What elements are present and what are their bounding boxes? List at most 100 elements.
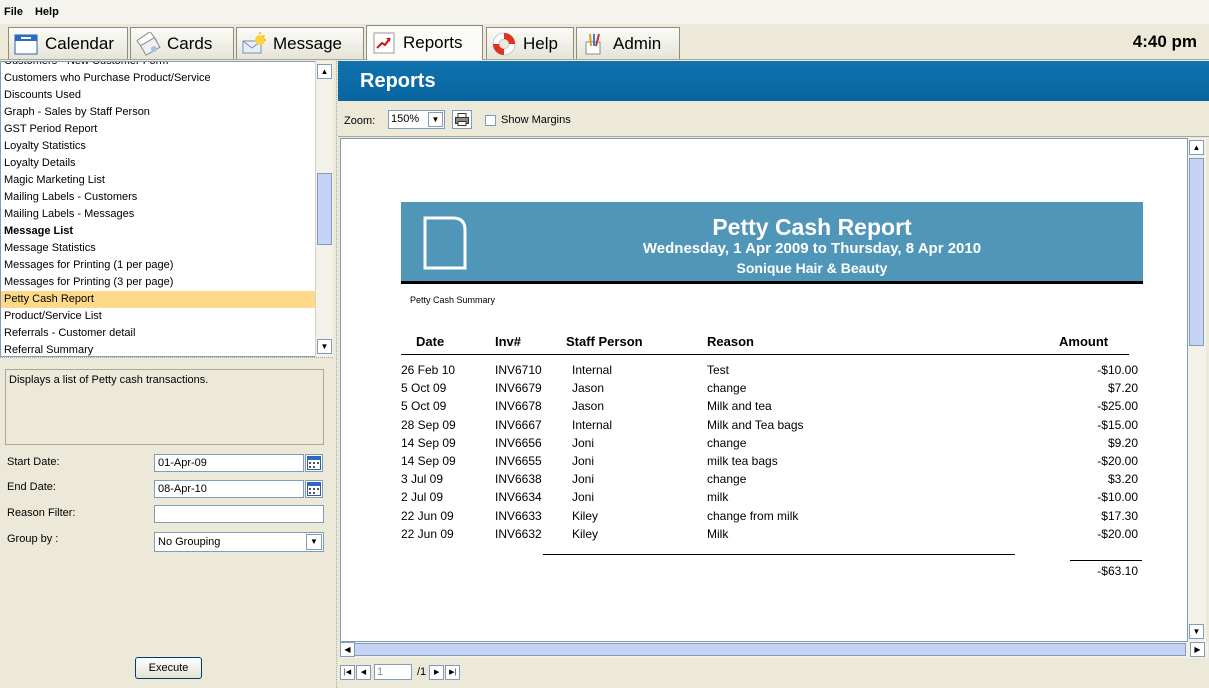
report-list-item[interactable]: Loyalty Statistics xyxy=(1,138,332,155)
scroll-thumb[interactable] xyxy=(1189,158,1204,346)
table-cell: INV6678 xyxy=(495,399,542,414)
chevron-down-icon[interactable]: ▼ xyxy=(428,112,443,127)
last-page-icon[interactable]: ▶| xyxy=(445,664,461,680)
table-cell: 14 Sep 09 xyxy=(401,454,456,468)
scroll-down-icon[interactable]: ▼ xyxy=(1189,624,1204,639)
table-cell: 26 Feb 10 xyxy=(401,363,456,377)
report-list-item[interactable]: GST Period Report xyxy=(1,121,332,138)
table-cell-amount: -$25.00 xyxy=(1097,399,1138,414)
table-cell: INV6667 xyxy=(495,417,542,432)
start-date-field[interactable]: 01-Apr-09 xyxy=(154,454,304,472)
report-list-item[interactable]: Magic Marketing List xyxy=(1,172,332,189)
panel-divider[interactable] xyxy=(333,61,337,688)
viewer-horizontal-scrollbar[interactable]: ◀ ▶ xyxy=(340,642,1208,658)
tab-cards[interactable]: Cards xyxy=(130,27,234,59)
tab-label: Cards xyxy=(167,33,213,53)
report-list-item[interactable]: Mailing Labels - Customers xyxy=(1,189,332,206)
reason-filter-label: Reason Filter: xyxy=(7,507,76,519)
report-list-item[interactable]: Mailing Labels - Messages xyxy=(1,206,332,223)
report-list-item[interactable]: Referral Summary xyxy=(1,342,332,356)
tab-help[interactable]: Help xyxy=(486,27,574,59)
report-list-item[interactable]: Message List xyxy=(1,223,332,240)
zoom-select[interactable]: 150% ▼ xyxy=(388,110,445,129)
scroll-up-icon[interactable]: ▲ xyxy=(317,64,332,79)
report-list-item[interactable]: Message Statistics xyxy=(1,240,332,257)
table-cell-amount: -$15.00 xyxy=(1097,417,1138,432)
page-number-input[interactable]: 1 xyxy=(374,664,412,680)
scroll-left-icon[interactable]: ◀ xyxy=(340,642,355,657)
table-cell: 5 Oct 09 xyxy=(401,381,447,396)
report-business: Sonique Hair & Beauty xyxy=(736,260,888,276)
report-description: Displays a list of Petty cash transactio… xyxy=(5,369,324,445)
report-total: -$63.10 xyxy=(1097,564,1138,578)
scroll-down-icon[interactable]: ▼ xyxy=(317,339,332,354)
table-cell: Internal xyxy=(572,417,613,432)
group-by-select[interactable]: No Grouping ▼ xyxy=(154,532,324,552)
first-page-icon[interactable]: |◀ xyxy=(340,664,355,680)
end-date-label: End Date: xyxy=(7,481,56,493)
tab-label: Calendar xyxy=(45,33,114,53)
table-cell: change xyxy=(707,435,747,450)
group-by-value: No Grouping xyxy=(158,536,221,548)
page-count: /1 xyxy=(417,666,427,678)
report-viewer: Petty Cash Report Wednesday, 1 Apr 2009 … xyxy=(340,138,1188,642)
report-title: Petty Cash Report xyxy=(712,214,912,240)
report-list-item[interactable]: Product/Service List xyxy=(1,308,332,325)
next-page-icon[interactable]: ▶ xyxy=(429,664,445,680)
table-cell: Internal xyxy=(572,363,613,377)
printer-icon xyxy=(455,113,469,126)
reason-filter-input[interactable] xyxy=(154,505,324,523)
lifebuoy-icon xyxy=(491,31,517,57)
calendar-picker-icon[interactable] xyxy=(305,454,323,472)
report-list-item[interactable]: Messages for Printing (1 per page) xyxy=(1,257,332,274)
execute-button[interactable]: Execute xyxy=(135,657,202,679)
table-cell: Joni xyxy=(572,490,595,505)
scroll-right-icon[interactable]: ▶ xyxy=(1190,642,1205,657)
scroll-thumb[interactable] xyxy=(317,173,332,245)
table-cell: Joni xyxy=(572,454,595,468)
report-list-item[interactable]: Graph - Sales by Staff Person xyxy=(1,104,332,121)
calendar-picker-icon[interactable] xyxy=(305,480,323,498)
clock: 4:40 pm xyxy=(1132,32,1197,51)
menu-help[interactable]: Help xyxy=(35,6,59,18)
table-cell: INV6656 xyxy=(495,435,542,450)
report-banner: Petty Cash Report Wednesday, 1 Apr 2009 … xyxy=(401,202,1143,284)
scroll-thumb[interactable] xyxy=(354,643,1186,656)
tab-message[interactable]: Message xyxy=(236,27,364,59)
report-list-item[interactable]: Messages for Printing (3 per page) xyxy=(1,274,332,291)
report-daterange: Wednesday, 1 Apr 2009 to Thursday, 8 Apr… xyxy=(642,240,982,257)
table-cell: INV6633 xyxy=(495,508,542,523)
table-cell-amount: $3.20 xyxy=(1107,472,1138,487)
report-list-scrollbar[interactable]: ▲ ▼ xyxy=(315,61,333,357)
scroll-up-icon[interactable]: ▲ xyxy=(1189,140,1204,155)
report-list-item[interactable]: Customers - New Customer Form xyxy=(1,62,332,70)
tab-calendar[interactable]: Calendar xyxy=(8,27,128,59)
report-list-item[interactable]: Customers who Purchase Product/Service xyxy=(1,70,332,87)
table-cell-amount: -$10.00 xyxy=(1097,363,1138,377)
column-header: Amount xyxy=(1059,334,1109,349)
group-by-label: Group by : xyxy=(7,533,59,545)
menu-file[interactable]: File xyxy=(4,6,23,18)
tab-reports[interactable]: Reports xyxy=(366,25,483,60)
column-header: Inv# xyxy=(495,334,522,349)
print-button[interactable] xyxy=(452,110,472,129)
tab-admin[interactable]: Admin xyxy=(576,27,680,59)
admin-icon xyxy=(581,31,607,57)
report-list-item-selected[interactable]: Petty Cash Report xyxy=(1,291,332,308)
report-list-item[interactable]: Loyalty Details xyxy=(1,155,332,172)
chevron-down-icon[interactable]: ▼ xyxy=(306,534,322,550)
show-margins-checkbox[interactable] xyxy=(485,115,496,126)
end-date-field[interactable]: 08-Apr-10 xyxy=(154,480,304,498)
zoom-value: 150% xyxy=(391,113,420,125)
viewer-vertical-scrollbar[interactable]: ▲ ▼ xyxy=(1188,138,1206,642)
report-list-item[interactable]: Discounts Used xyxy=(1,87,332,104)
table-cell: Milk and tea xyxy=(707,399,772,414)
tab-bar: Calendar Cards Message Reports Help Admi… xyxy=(0,24,1209,60)
summary-label: Petty Cash Summary xyxy=(410,295,496,305)
zoom-label: Zoom: xyxy=(344,115,376,127)
panel-splitter[interactable] xyxy=(0,357,333,364)
prev-page-icon[interactable]: ◀ xyxy=(356,664,371,680)
table-cell-amount: $7.20 xyxy=(1107,381,1138,396)
total-rule xyxy=(1070,560,1142,561)
report-list-item[interactable]: Referrals - Customer detail xyxy=(1,325,332,342)
